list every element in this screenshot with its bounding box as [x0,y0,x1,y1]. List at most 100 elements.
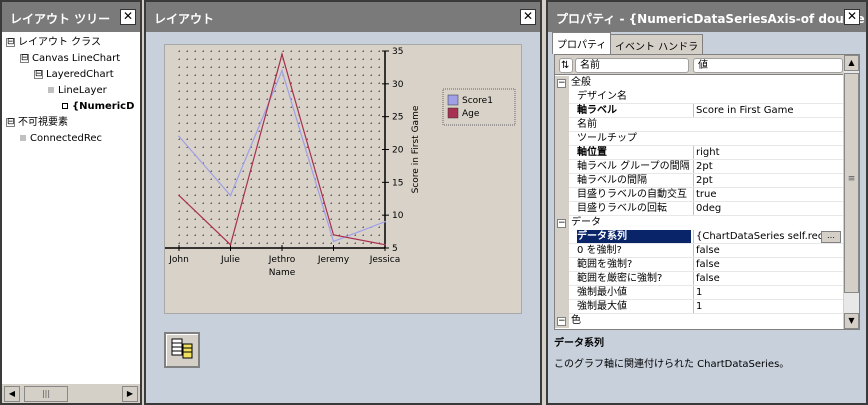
collapse-icon[interactable]: − [557,218,566,228]
legend-label: Age [462,109,480,119]
layout-title: レイアウト [146,2,540,32]
property-row[interactable]: 目盛りラベルの回転 0deg [555,202,843,216]
property-row[interactable]: データ系列 {ChartDataSeries self.rec… [555,230,843,244]
table-tool-button[interactable] [164,332,200,368]
series-line-1 [178,52,386,246]
property-name: 0 を強制? [577,245,622,256]
data-point [281,69,283,72]
property-value[interactable]: 0deg [693,202,843,216]
collapse-icon[interactable]: − [557,78,566,88]
tree-item-label: Canvas LineChart [32,53,121,64]
tab-event-handlers[interactable]: イベント ハンドラ [610,34,704,54]
tree-item[interactable]: {NumericD [62,100,134,114]
property-name: 範囲を強制? [577,259,633,270]
ellipsis-button[interactable]: … [821,231,841,243]
tree-horizontal-scrollbar[interactable]: ◀ ||| ▶ [2,383,140,403]
collapse-icon[interactable]: ⊟ [6,37,15,47]
y-tick-label: 30 [392,80,404,90]
property-name: 軸ラベルの間隔 [577,175,647,186]
property-name: デザイン名 [577,91,627,102]
data-point [332,240,335,243]
collapse-icon[interactable]: ⊟ [34,69,43,79]
property-value[interactable]: 2pt [693,174,843,188]
tree-item[interactable]: ⊟ 不可視要素 [6,116,68,130]
property-name: 強制最大値 [577,301,627,312]
property-row[interactable]: 軸ラベル Score in First Game [555,104,843,118]
property-value[interactable]: false [693,244,843,258]
property-value[interactable]: false [693,258,843,272]
property-row[interactable]: 強制最大値 1 [555,300,843,314]
row-gutter: − [555,314,569,328]
property-value[interactable]: 1 [693,286,843,300]
row-gutter [555,146,569,160]
property-name: 目盛りラベルの回転 [577,203,667,214]
property-category[interactable]: − 色 [555,314,843,328]
tree-item[interactable]: ⊟ LayeredChart [34,68,114,82]
collapse-icon[interactable]: ⊟ [20,53,29,63]
scroll-down-button[interactable]: ▼ [844,313,859,329]
property-row[interactable]: 範囲を厳密に強制? false [555,272,843,286]
property-row[interactable]: 範囲を強制? false [555,258,843,272]
scroll-thumb[interactable]: ≡ [844,73,859,293]
properties-panel: プロパティ - {NumericDataSeriesAxis-of double… [546,0,868,405]
column-value-header[interactable]: 値 [693,58,843,73]
property-row[interactable]: 名前 [555,118,843,132]
property-value[interactable]: Score in First Game [693,104,843,118]
sort-icon[interactable]: ⇅ [559,58,573,73]
column-name-header[interactable]: 名前 [575,58,689,73]
property-value[interactable]: false [693,272,843,286]
legend-label: Score1 [462,96,493,106]
tree-item[interactable]: ConnectedRec [20,132,102,146]
property-grid: ⇅ 名前 値 − 全般 デザイン名 軸ラベル Score in First Game 名前… [554,54,860,330]
scroll-right-button[interactable]: ▶ [122,386,138,402]
tree-item[interactable]: ⊟ Canvas LineChart [20,52,120,66]
property-category[interactable]: − 全般 [555,76,843,90]
tree-item[interactable]: LineLayer [48,84,107,98]
property-name: 名前 [577,119,597,130]
property-row[interactable]: 軸位置 right [555,146,843,160]
y-tick-label: 15 [392,178,403,188]
property-value[interactable]: 2pt [693,160,843,174]
layout-tree-close-button[interactable]: ✕ [120,9,136,25]
x-tick-label: John [168,255,189,265]
y-tick-label: 5 [392,244,398,254]
x-tick-label: Jethro [268,255,296,265]
tree-item-label: ConnectedRec [30,133,102,144]
collapse-icon[interactable]: − [557,316,566,326]
data-point [281,53,283,56]
row-gutter [555,202,569,216]
tab-properties[interactable]: プロパティ [552,32,612,54]
property-grid-vertical-scrollbar[interactable]: ▲ ≡ ▼ [843,55,859,329]
property-row[interactable]: 軸ラベルの間隔 2pt [555,174,843,188]
property-value[interactable]: right [693,146,843,160]
scroll-up-button[interactable]: ▲ [844,55,859,71]
row-gutter [555,300,569,314]
layout-tree: ⊟ レイアウト クラス ⊟ Canvas LineChart ⊟ LayeredChart… [2,32,140,383]
y-tick-label: 35 [392,47,403,57]
property-row[interactable]: 0 を強制? false [555,244,843,258]
scroll-thumb[interactable]: ||| [24,386,68,402]
tree-item-label: LineLayer [58,85,107,96]
node-icon [20,135,26,141]
layout-close-button[interactable]: ✕ [520,9,536,25]
property-name: データ系列 [577,230,691,244]
property-row[interactable]: 強制最小値 1 [555,286,843,300]
collapse-icon[interactable]: ⊟ [6,117,15,127]
x-tick-label: Jessica [369,255,401,265]
property-category[interactable]: − データ [555,216,843,230]
scroll-left-button[interactable]: ◀ [4,386,20,402]
legend-swatch [447,107,459,119]
row-gutter [555,160,569,174]
tree-item[interactable]: ⊟ レイアウト クラス [6,36,101,50]
property-row[interactable]: ツールチップ [555,132,843,146]
row-gutter [555,244,569,258]
property-row[interactable]: 軸ラベル グループの間隔 2pt [555,160,843,174]
property-value[interactable]: 1 [693,300,843,314]
properties-close-button[interactable]: ✕ [844,9,860,25]
line-chart[interactable]: 5 10 15 20 25 30 35 John Julie Jethro Jeremy Jessic… [164,44,522,314]
property-value[interactable]: true [693,188,843,202]
row-gutter [555,132,569,146]
y-axis-label: Score in First Game [411,105,421,193]
property-row[interactable]: 目盛りラベルの自動交互 true [555,188,843,202]
property-row[interactable]: デザイン名 [555,90,843,104]
